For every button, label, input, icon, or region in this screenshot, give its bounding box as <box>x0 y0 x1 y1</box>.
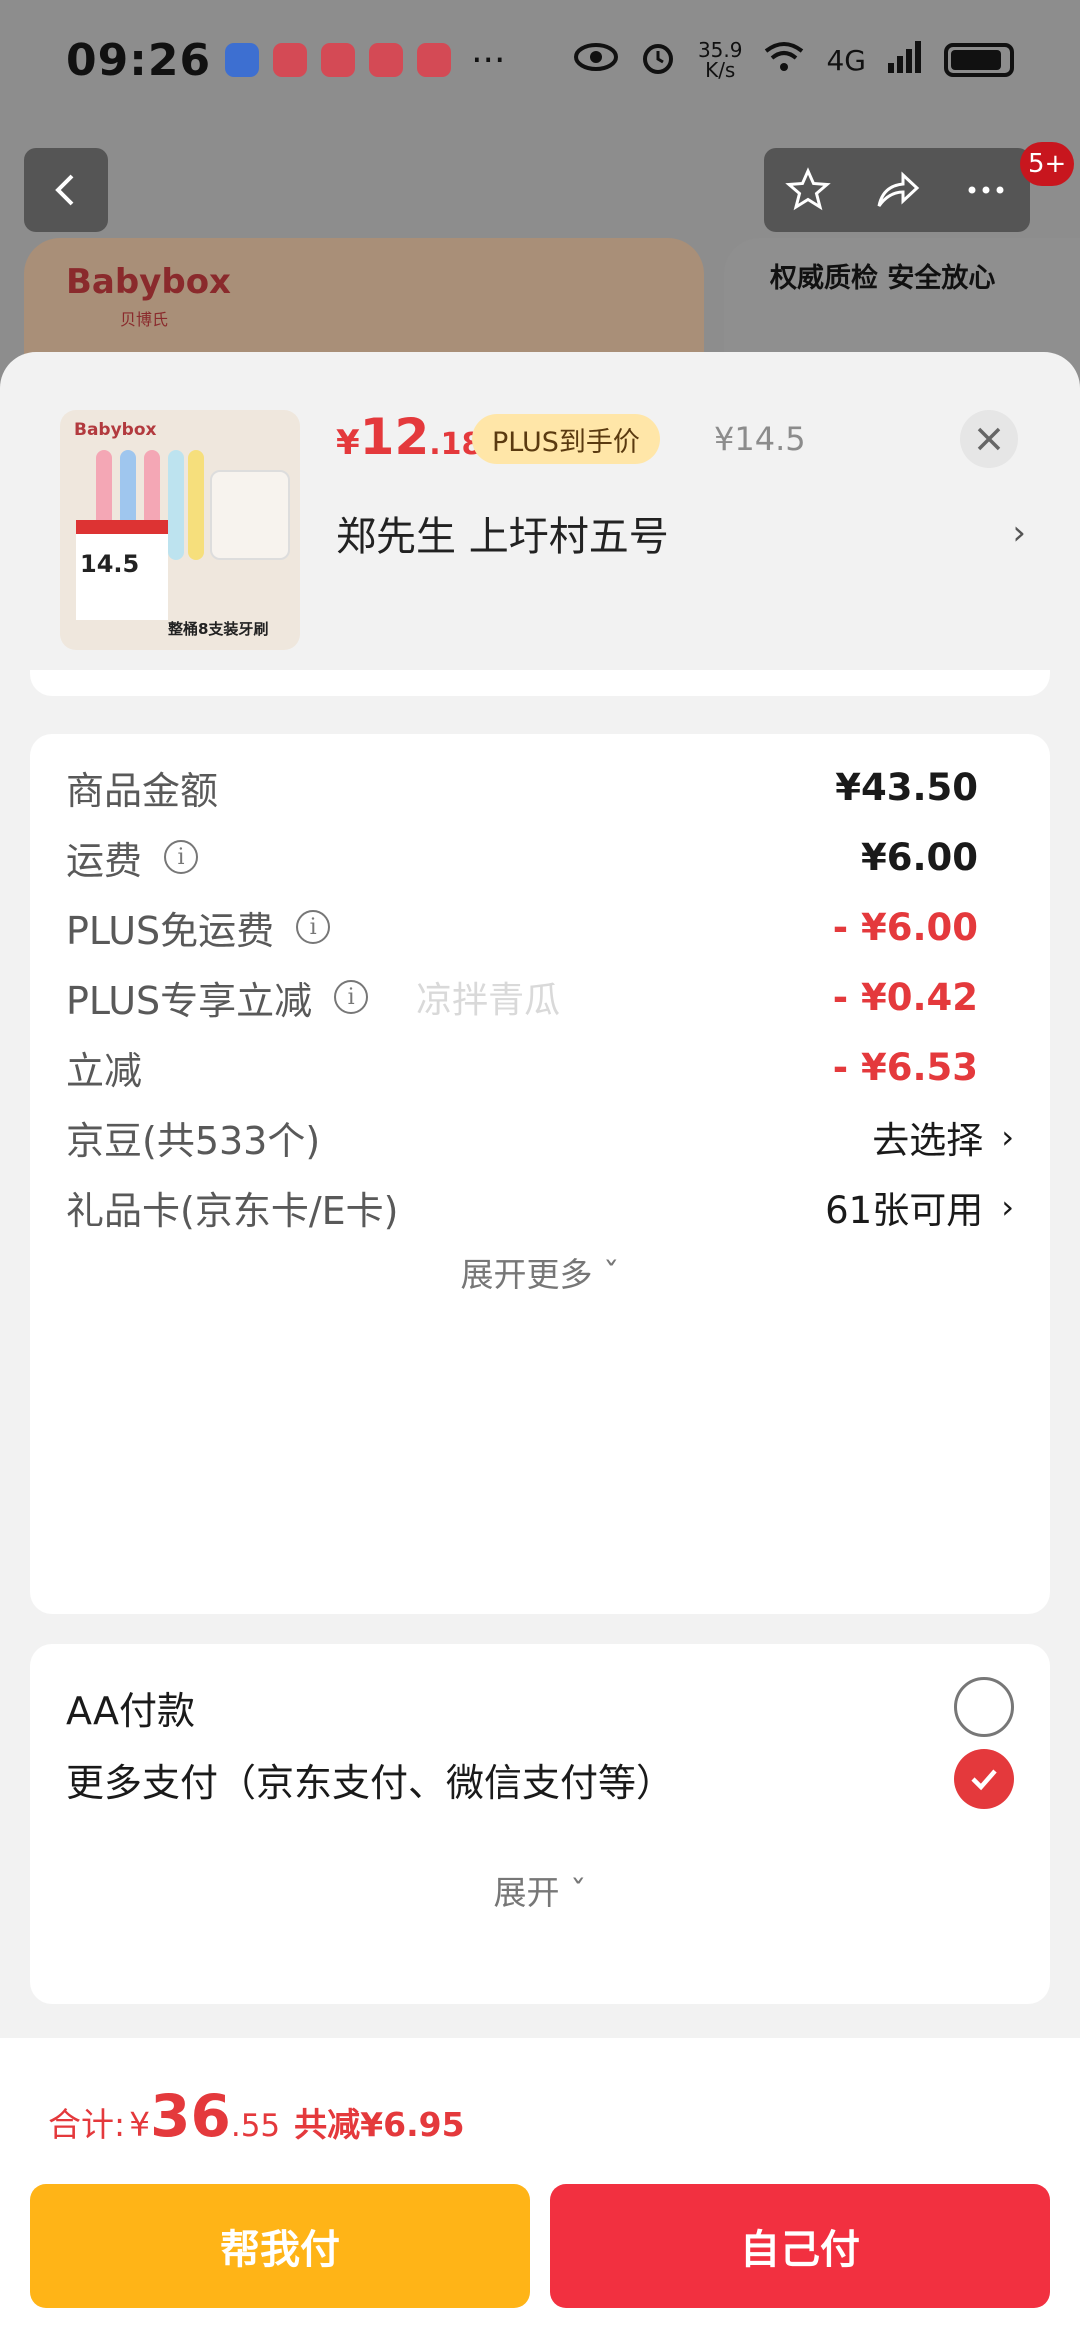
checkout-bar: 合计: ¥ 36 .55 共减¥6.95 帮我付 自己付 <box>0 2038 1080 2340</box>
speed-unit: K/s <box>705 58 736 82</box>
expand-payment-button[interactable]: 展开 ˇ <box>30 1866 1050 1914</box>
payment-option-more[interactable]: 更多支付（京东支付、微信支付等） <box>66 1726 1014 1832</box>
cost-value: 61张可用 <box>825 1189 984 1232</box>
thumb-price: 14.5 <box>80 550 140 578</box>
message-badge: 5+ <box>1020 142 1075 186</box>
battery-icon <box>944 43 1014 77</box>
total-integer: 36 <box>150 2082 231 2150</box>
cost-value: ¥6.00 <box>860 835 978 879</box>
check-icon <box>971 1769 997 1791</box>
cost-value: - ¥0.42 <box>832 975 978 1019</box>
app-notification-icon <box>321 43 356 77</box>
product-thumbnail[interactable]: Babybox 14.5 整桶8支装牙刷 <box>60 410 300 650</box>
toothbrush-image <box>168 450 184 560</box>
app-notification-icon <box>369 43 404 77</box>
cost-value: - ¥6.00 <box>832 905 978 949</box>
radio-checked[interactable] <box>954 1749 1014 1809</box>
network-speed: 35.9 K/s <box>698 40 743 80</box>
eye-icon <box>573 42 618 79</box>
cost-label: 礼品卡(京东卡/E卡) <box>66 1188 399 1233</box>
hero-brand-sub: 贝博氏 <box>120 310 169 329</box>
back-button[interactable] <box>24 148 108 232</box>
close-button[interactable] <box>960 410 1018 468</box>
star-icon[interactable] <box>784 166 832 214</box>
hero-brand: Babybox <box>66 262 231 302</box>
chevron-right-icon: › <box>1001 1188 1014 1226</box>
network-type: 4G <box>826 43 866 77</box>
status-indicators: 35.9 K/s 4G <box>573 39 1014 82</box>
close-icon <box>977 427 1001 451</box>
top-action-bar <box>764 148 1030 232</box>
expand-more-button[interactable]: 展开更多 ˇ <box>30 1248 1050 1296</box>
back-icon <box>55 174 74 206</box>
address-text: 郑先生 上圩村五号 <box>336 514 669 560</box>
payment-options-card: AA付款 更多支付（京东支付、微信支付等） 展开 ˇ <box>30 1644 1050 2004</box>
status-bar: 09:26 ··· 35.9 K/s 4G <box>0 0 1080 120</box>
cost-value: ¥43.50 <box>835 765 978 809</box>
cost-row-gift-card[interactable]: 礼品卡(京东卡/E卡) 61张可用 › <box>66 1154 1014 1260</box>
share-icon[interactable] <box>873 166 921 214</box>
total-label: 合计: <box>48 2105 126 2144</box>
thumb-brand: Babybox <box>74 420 157 440</box>
payment-label: 更多支付（京东支付、微信支付等） <box>66 1760 675 1805</box>
help-me-pay-button[interactable]: 帮我付 <box>30 2184 530 2308</box>
app-notification-icon <box>273 43 308 77</box>
info-icon[interactable]: i <box>296 910 331 944</box>
toothbrush-image <box>188 450 204 560</box>
original-price: ¥14.5 <box>714 420 806 458</box>
alarm-icon <box>640 39 676 82</box>
chevron-right-icon: › <box>1012 513 1026 553</box>
plus-price-tag: PLUS到手价 <box>472 414 660 464</box>
sheet-header: Babybox 14.5 整桶8支装牙刷 ¥ 12 .18 PLUS到手价 ¥1… <box>0 352 1080 692</box>
total-decimal: .55 <box>230 2108 281 2144</box>
price-symbol: ¥ <box>336 423 360 463</box>
total-saved: 共减¥6.95 <box>294 2105 465 2144</box>
product-price: ¥ 12 .18 <box>336 408 482 466</box>
price-integer: 12 <box>359 408 430 466</box>
info-icon[interactable]: i <box>164 840 199 874</box>
total-symbol: ¥ <box>129 2105 151 2144</box>
notification-icons <box>225 43 452 77</box>
status-more: ··· <box>471 39 506 81</box>
info-icon[interactable]: i <box>334 980 369 1014</box>
wifi-icon <box>764 41 804 80</box>
chevron-right-icon: › <box>1001 1118 1014 1156</box>
app-notification-icon <box>225 43 260 77</box>
cost-breakdown-card: 商品金额 ¥43.50 运费 i ¥6.00 PLUS免运费 i - ¥6.00… <box>30 734 1050 1614</box>
signal-icon <box>888 40 922 80</box>
pay-myself-button[interactable]: 自己付 <box>550 2184 1050 2308</box>
cost-value: - ¥6.53 <box>832 1045 978 1089</box>
cup-image <box>210 470 290 560</box>
address-selector[interactable]: 郑先生 上圩村五号 › <box>336 504 1026 562</box>
total-summary: 合计: ¥ 36 .55 共减¥6.95 <box>48 2082 465 2150</box>
app-notification-icon <box>417 43 452 77</box>
thumb-caption: 整桶8支装牙刷 <box>168 620 269 638</box>
status-time: 09:26 <box>66 34 212 86</box>
more-icon[interactable] <box>962 166 1010 214</box>
header-card-edge <box>30 670 1050 696</box>
quality-title: 权威质检 安全放心 <box>770 263 996 294</box>
